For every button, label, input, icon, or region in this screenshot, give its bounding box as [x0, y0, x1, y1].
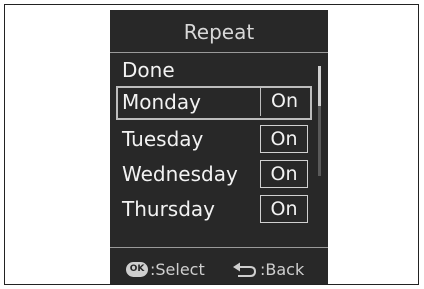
repeat-screen: Repeat Done Monday On Tuesday On Wednesd…	[110, 10, 328, 284]
day-label: Tuesday	[122, 127, 204, 151]
day-toggle-value[interactable]: On	[260, 160, 308, 188]
footer-hints: OK :Select :Back	[110, 260, 328, 282]
back-arrow-icon	[233, 262, 257, 277]
day-row-wednesday[interactable]: Wednesday On	[116, 158, 312, 192]
ok-button-icon: OK	[126, 262, 148, 277]
day-label: Monday	[122, 90, 201, 114]
footer-divider	[110, 247, 328, 248]
day-toggle-value[interactable]: On	[260, 88, 308, 116]
done-item[interactable]: Done	[116, 54, 312, 84]
title-divider	[110, 52, 328, 53]
day-label: Thursday	[122, 197, 215, 221]
day-row-tuesday[interactable]: Tuesday On	[116, 123, 312, 157]
select-hint-label: :Select	[150, 260, 205, 279]
done-label: Done	[122, 58, 175, 82]
day-toggle-value[interactable]: On	[260, 125, 308, 153]
day-toggle-value[interactable]: On	[260, 195, 308, 223]
scrollbar-thumb[interactable]	[318, 66, 321, 106]
day-row-monday[interactable]: Monday On	[116, 86, 312, 120]
day-label: Wednesday	[122, 162, 238, 186]
back-hint-label: :Back	[260, 260, 305, 279]
screen-title: Repeat	[183, 20, 255, 44]
day-row-thursday[interactable]: Thursday On	[116, 193, 312, 227]
